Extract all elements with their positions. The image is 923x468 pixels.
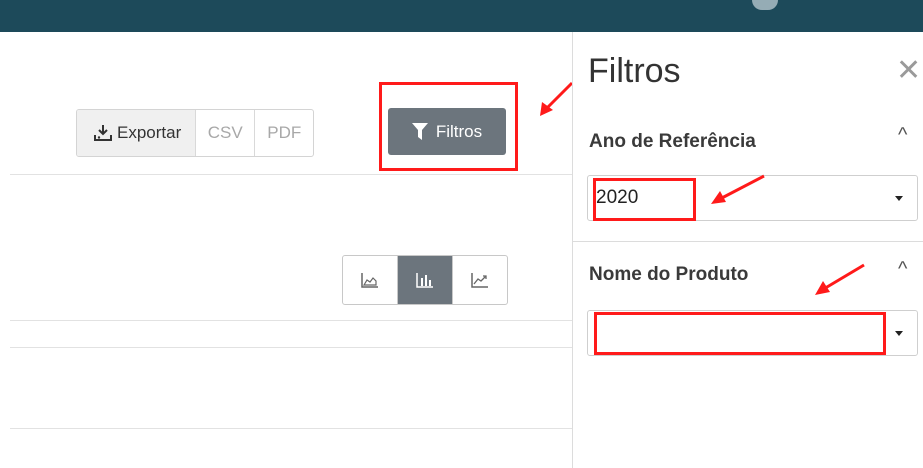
csv-button[interactable]: CSV (195, 110, 254, 156)
line-chart-icon (471, 273, 488, 288)
divider (10, 320, 572, 321)
exportar-button[interactable]: Exportar (77, 110, 196, 156)
section-divider (572, 241, 923, 242)
close-icon[interactable]: ✕ (896, 56, 921, 86)
divider (10, 347, 572, 348)
filters-panel (572, 32, 923, 468)
export-button-group: Exportar CSV PDF (76, 109, 315, 157)
annotation-box-produto (594, 312, 886, 355)
divider (10, 174, 572, 175)
csv-label: CSV (207, 123, 243, 142)
annotation-arrow-icon (815, 263, 865, 295)
annotation-arrow-icon (540, 81, 574, 116)
section-label-ano: Ano de Referência (589, 131, 756, 152)
annotation-box-filtros (379, 82, 518, 171)
chevron-up-icon[interactable]: ^ (898, 258, 907, 281)
bar-chart-button[interactable] (397, 256, 452, 304)
caret-down-icon (895, 196, 903, 201)
export-icon (94, 125, 112, 141)
chevron-up-icon[interactable]: ^ (898, 124, 907, 147)
user-avatar[interactable] (752, 0, 778, 10)
area-chart-icon (361, 273, 378, 288)
pdf-button[interactable]: PDF (254, 110, 313, 156)
annotation-box-ano (593, 178, 696, 221)
exportar-label: Exportar (117, 123, 182, 142)
panel-title: Filtros (588, 52, 681, 90)
line-chart-button[interactable] (452, 256, 507, 304)
bar-chart-icon (416, 273, 433, 288)
top-navbar (0, 0, 923, 32)
pdf-label: PDF (267, 123, 302, 142)
section-label-produto: Nome do Produto (589, 264, 749, 285)
caret-down-icon (895, 331, 903, 336)
annotation-arrow-icon (711, 174, 765, 204)
divider (10, 428, 572, 429)
area-chart-button[interactable] (343, 256, 397, 304)
chart-type-toggle (342, 255, 508, 305)
